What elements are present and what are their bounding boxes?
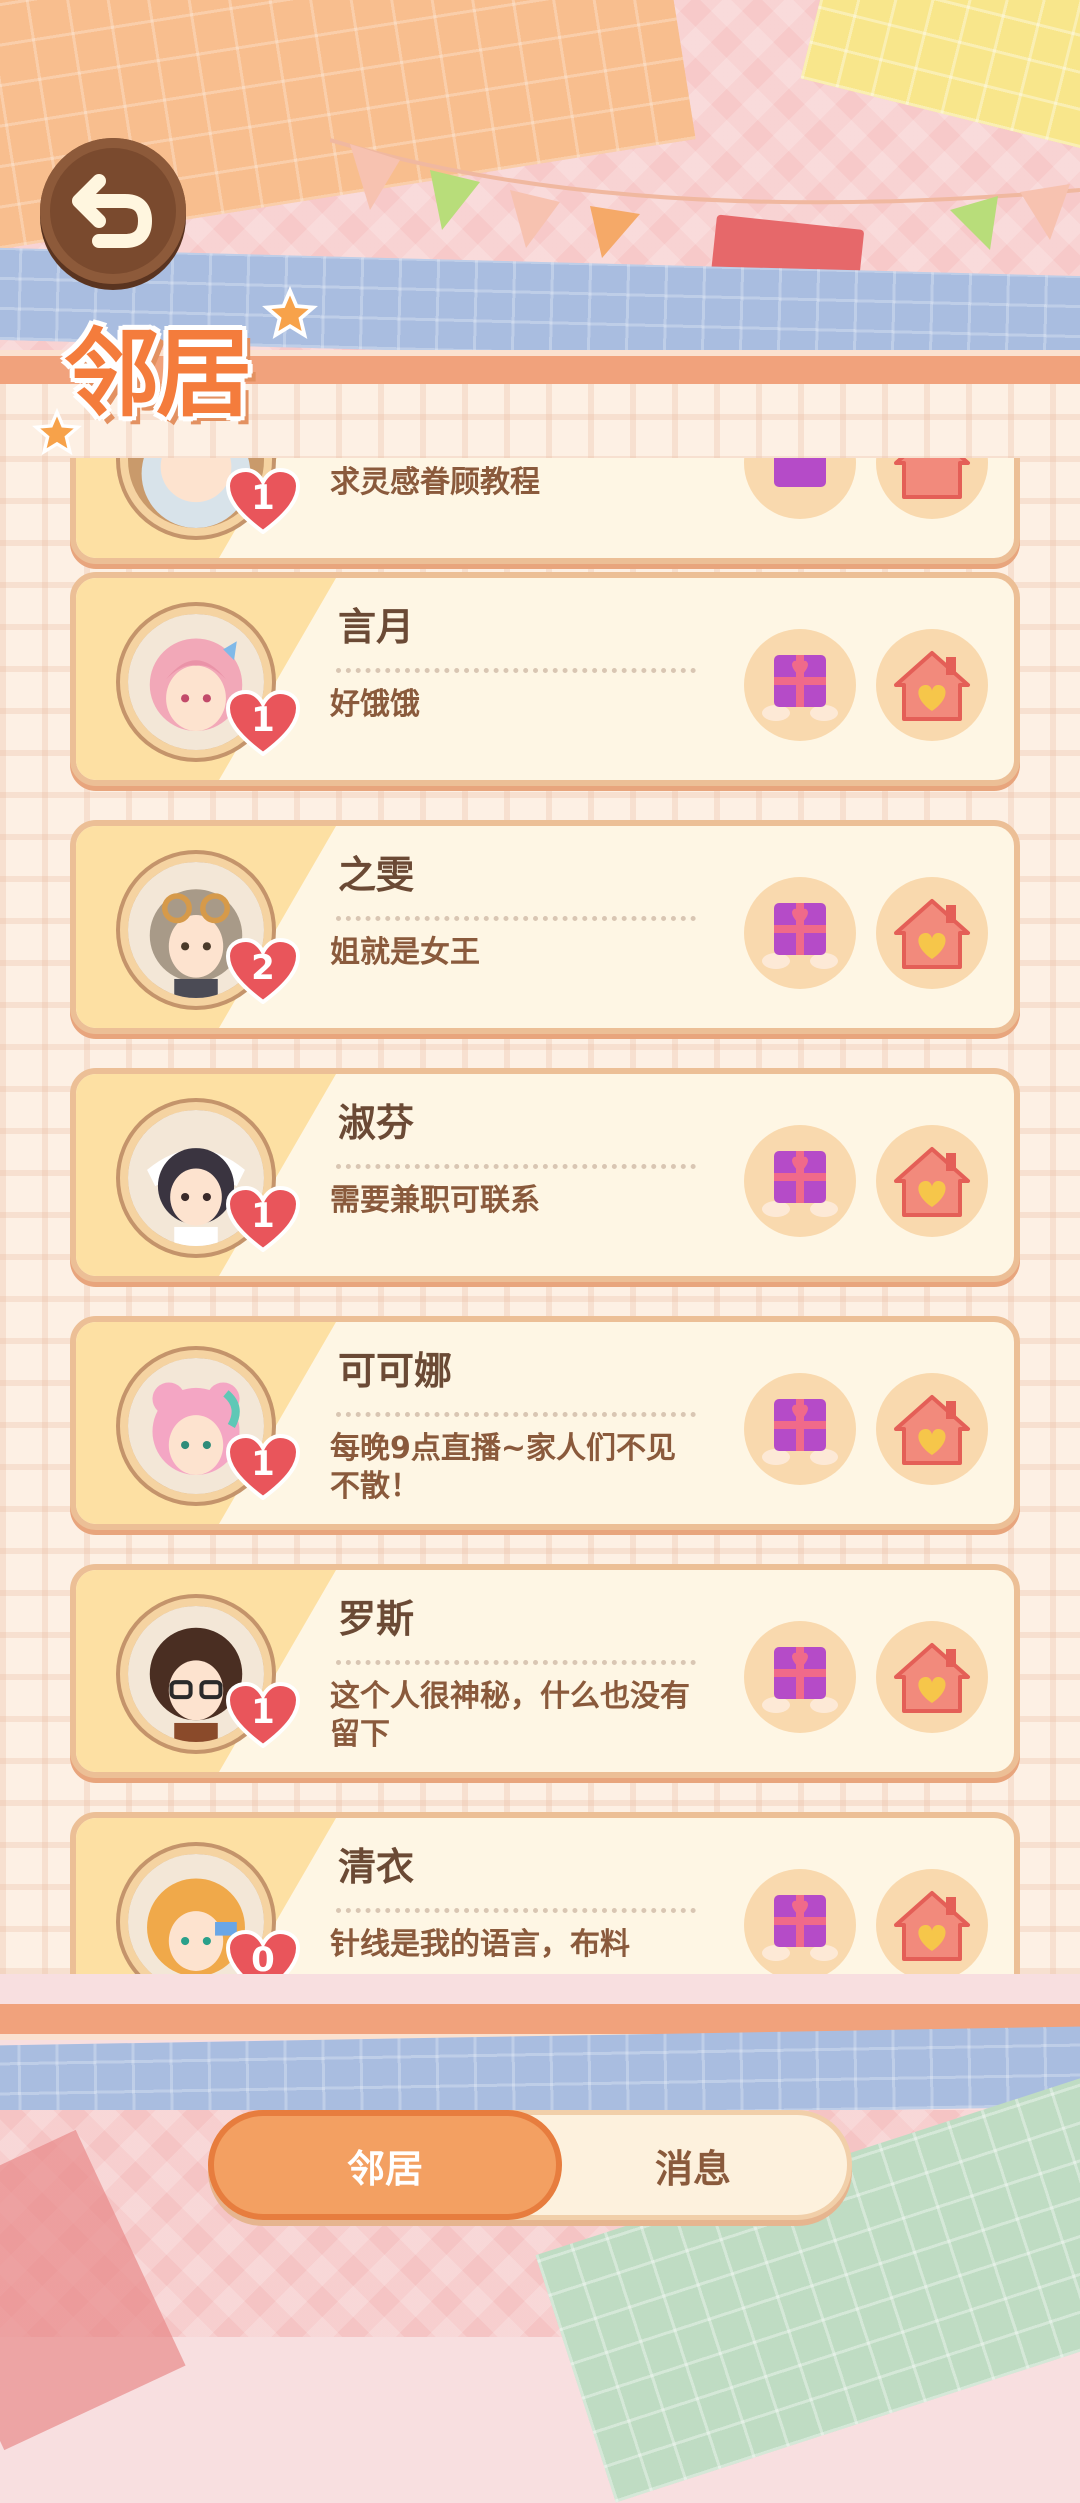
divider bbox=[336, 668, 696, 673]
neighbor-card[interactable]: 1 可可娜 每晚9点直播~家人们不见不散！ bbox=[70, 1316, 1020, 1530]
heart-count: 0 bbox=[251, 1940, 275, 1974]
gift-button[interactable] bbox=[744, 629, 856, 741]
back-button[interactable] bbox=[40, 138, 186, 284]
page-title-area: 邻居 bbox=[32, 286, 340, 460]
page-title: 邻居 bbox=[64, 318, 252, 430]
back-arrow-icon bbox=[72, 174, 153, 248]
heart-count: 1 bbox=[251, 1196, 275, 1236]
neighbor-status: 每晚9点直播~家人们不见不散！ bbox=[330, 1431, 677, 1504]
gift-box-icon bbox=[762, 655, 838, 721]
neighbor-card[interactable]: 1 言月 好饿饿 bbox=[70, 572, 1020, 786]
neighbor-status: 针线是我的语言，布料 bbox=[330, 1927, 630, 1962]
gift-box-icon bbox=[774, 458, 826, 487]
gift-box-icon bbox=[762, 1399, 838, 1465]
neighbor-card[interactable]: 1 求灵感眷顾教程 bbox=[70, 458, 1020, 564]
tab-messages[interactable]: 消息 bbox=[543, 2110, 843, 2220]
divider bbox=[336, 1164, 696, 1169]
gift-button[interactable] bbox=[744, 1373, 856, 1485]
neighbor-list[interactable]: 1 求灵感眷顾教程 1 言月 好饿饿 2 之雯 姐就是女王 1 淑芬 需要兼职可… bbox=[0, 458, 1080, 1974]
heart-count: 1 bbox=[251, 1444, 275, 1484]
gift-box-icon bbox=[762, 1647, 838, 1713]
house-visit-icon bbox=[894, 651, 970, 721]
gift-button[interactable] bbox=[744, 1621, 856, 1733]
gift-button[interactable] bbox=[744, 458, 856, 519]
gift-box-icon bbox=[762, 903, 838, 969]
gift-button[interactable] bbox=[744, 877, 856, 989]
heart-count: 1 bbox=[251, 478, 275, 518]
bottom-tab-bar: 邻居 消息 bbox=[208, 2110, 852, 2220]
neighbor-status: 求灵感眷顾教程 bbox=[330, 465, 540, 500]
neighbor-name: 罗斯 bbox=[338, 1597, 415, 1641]
gift-button[interactable] bbox=[744, 1869, 856, 1974]
visit-home-button[interactable] bbox=[876, 877, 988, 989]
neighbor-card[interactable]: 1 罗斯 这个人很神秘，什么也没有留下 bbox=[70, 1564, 1020, 1778]
star-icon bbox=[262, 286, 318, 339]
visit-home-button[interactable] bbox=[876, 1869, 988, 1974]
neighbor-name: 淑芬 bbox=[338, 1101, 415, 1145]
heart-count: 1 bbox=[251, 700, 275, 740]
house-visit-icon bbox=[894, 1891, 970, 1961]
neighbor-name: 言月 bbox=[338, 605, 415, 649]
neighbor-status: 好饿饿 bbox=[330, 687, 420, 722]
visit-home-button[interactable] bbox=[876, 1621, 988, 1733]
neighbor-name: 可可娜 bbox=[338, 1349, 453, 1393]
gift-box-icon bbox=[762, 1151, 838, 1217]
visit-home-button[interactable] bbox=[876, 1373, 988, 1485]
house-visit-icon bbox=[894, 458, 970, 499]
neighbor-card[interactable]: 2 之雯 姐就是女王 bbox=[70, 820, 1020, 1034]
neighbor-status: 需要兼职可联系 bbox=[330, 1183, 540, 1218]
heart-count: 1 bbox=[251, 1692, 275, 1732]
divider bbox=[336, 1660, 696, 1665]
house-visit-icon bbox=[894, 899, 970, 969]
tab-neighbors[interactable]: 邻居 bbox=[208, 2110, 562, 2220]
heart-count: 2 bbox=[251, 948, 275, 988]
neighbor-card[interactable]: 1 淑芬 需要兼职可联系 bbox=[70, 1068, 1020, 1282]
divider bbox=[336, 1908, 696, 1913]
gift-box-icon bbox=[762, 1895, 838, 1961]
divider bbox=[336, 916, 696, 921]
neighbor-card[interactable]: 0 清衣 针线是我的语言，布料 bbox=[70, 1812, 1020, 1974]
visit-home-button[interactable] bbox=[876, 1125, 988, 1237]
house-visit-icon bbox=[894, 1147, 970, 1217]
house-visit-icon bbox=[894, 1643, 970, 1713]
neighbor-name: 之雯 bbox=[338, 853, 415, 897]
neighbor-name: 清衣 bbox=[338, 1845, 415, 1889]
visit-home-button[interactable] bbox=[876, 458, 988, 519]
neighbor-status: 这个人很神秘，什么也没有留下 bbox=[330, 1679, 690, 1752]
gift-button[interactable] bbox=[744, 1125, 856, 1237]
neighbor-status: 姐就是女王 bbox=[330, 935, 480, 970]
house-visit-icon bbox=[894, 1395, 970, 1465]
visit-home-button[interactable] bbox=[876, 629, 988, 741]
star-icon bbox=[32, 408, 82, 456]
divider bbox=[336, 1412, 696, 1417]
